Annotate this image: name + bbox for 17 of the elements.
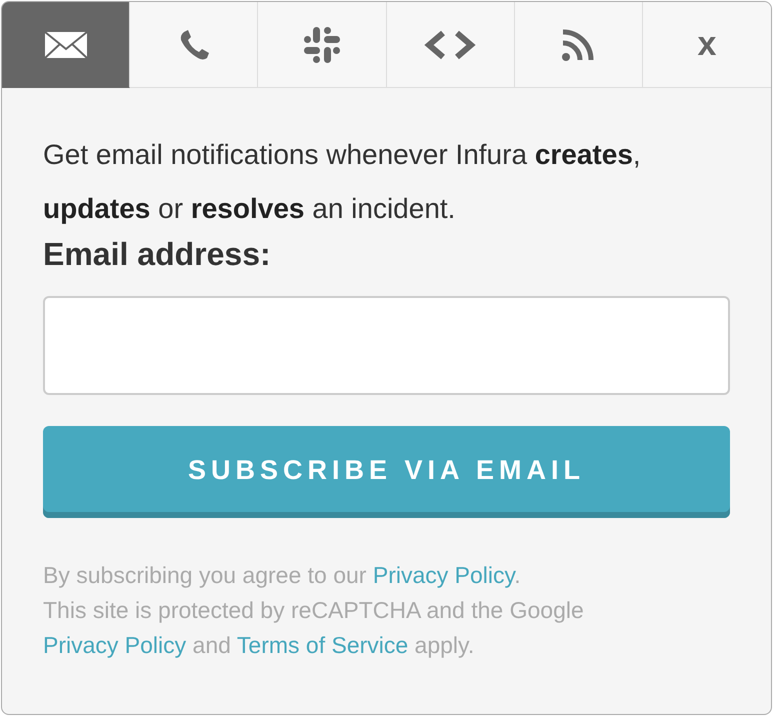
field-label: Email address: (43, 236, 272, 272)
email-field[interactable] (43, 296, 730, 395)
code-icon (424, 30, 476, 60)
envelope-icon (44, 30, 88, 58)
rss-tab[interactable] (514, 2, 643, 88)
hash-icon (304, 26, 340, 62)
policy-link[interactable]: Privacy Policy (372, 562, 514, 588)
policy-link[interactable]: Privacy Policy (43, 632, 186, 658)
phone-tab[interactable] (130, 2, 258, 88)
email-tab[interactable] (2, 2, 130, 88)
disclaimer-text: By subscribing you agree to our Privacy Policy. This site is protected by reCAPTCHA and the Google Privacy Policy and Terms of Service apply. (43, 561, 585, 660)
policy-link[interactable]: Terms of Service (236, 632, 408, 658)
close-tab[interactable]: x (642, 2, 771, 88)
code-tab[interactable] (386, 2, 515, 88)
intro-text: Get email notifications whenever Infura creates, updates or resolves an incident. (43, 138, 642, 226)
subscribe-button[interactable]: SUBSCRIBE VIA EMAIL (43, 426, 730, 518)
rss-icon (561, 28, 596, 62)
